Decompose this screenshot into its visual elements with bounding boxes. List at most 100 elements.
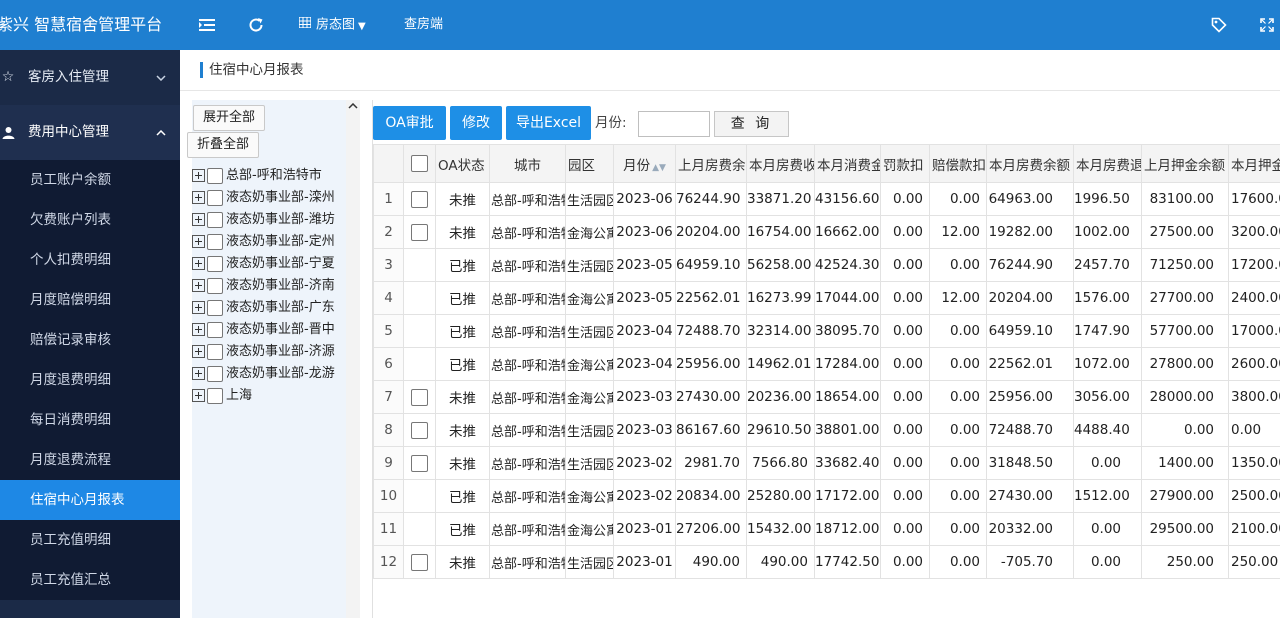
column-header[interactable]: 本月房费退 xyxy=(1073,144,1142,183)
column-header-month[interactable]: 月份 ▲▼ xyxy=(613,144,676,183)
table-row[interactable]: 10 已推总部-呼和浩特金海公寓2023-0220834.0025280.0017… xyxy=(373,479,1280,513)
sidebar-item-refund-process[interactable]: 月度退费流程 xyxy=(0,440,180,480)
sidebar-item-monthly-refunds[interactable]: 月度退费明细 xyxy=(0,360,180,400)
tree-node[interactable]: 液态奶事业部-定州 xyxy=(192,231,344,253)
oa-status: 已推 xyxy=(435,314,490,348)
tree-node[interactable]: 液态奶事业部-滦州 xyxy=(192,187,344,209)
collapse-all-button[interactable]: 折叠全部 xyxy=(187,132,260,158)
check-room-link[interactable]: 查房端 xyxy=(404,0,443,50)
expand-plus-icon[interactable] xyxy=(192,389,205,402)
column-header[interactable]: 罚款扣 xyxy=(880,144,930,183)
table-row[interactable]: 4 已推总部-呼和浩特金海公寓2023-0522562.0116273.99170… xyxy=(373,281,1280,315)
expand-plus-icon[interactable] xyxy=(192,367,205,380)
export-excel-button[interactable]: 导出Excel xyxy=(506,106,591,140)
tree-checkbox[interactable] xyxy=(207,299,223,316)
tree-node[interactable]: 液态奶事业部-晋中 xyxy=(192,319,344,341)
table-row[interactable]: 11 已推总部-呼和浩特金海公寓2023-0127206.0015432.0018… xyxy=(373,512,1280,546)
column-header[interactable]: 上月房费余额 xyxy=(675,144,747,183)
tree-checkbox[interactable] xyxy=(207,233,223,250)
month-input[interactable] xyxy=(638,111,710,137)
column-header[interactable]: 上月押金余额 xyxy=(1141,144,1229,183)
tag-icon[interactable] xyxy=(1208,0,1230,50)
column-header[interactable]: 赔偿款扣 xyxy=(929,144,987,183)
column-header[interactable]: 本月押金 xyxy=(1228,144,1280,183)
sidebar-item-monthly-compensation[interactable]: 月度赔偿明细 xyxy=(0,280,180,320)
edit-button[interactable]: 修改 xyxy=(450,106,502,140)
sidebar-item-arrears-list[interactable]: 欠费账户列表 xyxy=(0,200,180,240)
row-number-header xyxy=(373,144,404,183)
tree-checkbox[interactable] xyxy=(207,189,223,206)
row-checkbox[interactable] xyxy=(411,454,428,472)
tree-checkbox[interactable] xyxy=(207,387,223,404)
row-checkbox[interactable] xyxy=(411,421,428,439)
sidebar-item-personal-deductions[interactable]: 个人扣费明细 xyxy=(0,240,180,280)
row-checkbox[interactable] xyxy=(411,190,428,208)
expand-plus-icon[interactable] xyxy=(192,235,205,248)
expand-plus-icon[interactable] xyxy=(192,169,205,182)
month-cell: 2023-04 xyxy=(613,347,676,381)
expand-plus-icon[interactable] xyxy=(192,257,205,270)
table-row[interactable]: 12未推总部-呼和浩特生活园区2023-01490.00490.0017742.… xyxy=(373,545,1280,579)
sidebar-item-recharge-summary[interactable]: 员工充值汇总 xyxy=(0,560,180,600)
tree-checkbox[interactable] xyxy=(207,277,223,294)
query-button[interactable]: 查 询 xyxy=(714,111,789,137)
row-checkbox[interactable] xyxy=(411,223,428,241)
column-header[interactable]: 城市 xyxy=(489,144,566,183)
row-checkbox[interactable] xyxy=(411,388,428,406)
sidebar-item-monthly-report[interactable]: 住宿中心月报表 xyxy=(0,480,180,520)
expand-plus-icon[interactable] xyxy=(192,345,205,358)
column-header[interactable]: 本月消费金额 xyxy=(814,144,881,183)
room-map-menu[interactable]: 房态图 ▼ xyxy=(298,0,366,50)
column-header[interactable]: 园区 xyxy=(565,144,614,183)
table-row[interactable]: 6 已推总部-呼和浩特金海公寓2023-0425956.0014962.01172… xyxy=(373,347,1280,381)
sidebar-group-fees[interactable]: 费用中心管理 xyxy=(0,105,180,160)
sidebar-item-compensation-review[interactable]: 赔偿记录审核 xyxy=(0,320,180,360)
tree-node[interactable]: 液态奶事业部-济南 xyxy=(192,275,344,297)
tree-node[interactable]: 总部-呼和浩特市 xyxy=(192,165,344,187)
sort-icon[interactable]: ▲▼ xyxy=(652,163,666,173)
table-row[interactable]: 5 已推总部-呼和浩特生活园区2023-0472488.7032314.00380… xyxy=(373,314,1280,348)
fullscreen-icon[interactable] xyxy=(1256,0,1278,50)
hamburger-icon[interactable] xyxy=(194,0,220,50)
oa-approve-button[interactable]: OA审批 xyxy=(373,106,446,140)
expand-plus-icon[interactable] xyxy=(192,213,205,226)
tree-checkbox[interactable] xyxy=(207,211,223,228)
tree-checkbox[interactable] xyxy=(207,255,223,272)
table-row[interactable]: 3 已推总部-呼和浩特生活园区2023-0564959.1056258.00425… xyxy=(373,248,1280,282)
tree-node[interactable]: 液态奶事业部-济源 xyxy=(192,341,344,363)
tree-checkbox[interactable] xyxy=(207,365,223,382)
column-header[interactable]: 本月房费收入 xyxy=(746,144,815,183)
sidebar-group-checkin[interactable]: ☆ 客房入住管理 xyxy=(0,50,180,105)
select-all-checkbox[interactable] xyxy=(411,155,428,172)
column-header[interactable]: 本月房费余额 xyxy=(986,144,1074,183)
column-header[interactable]: OA状态 xyxy=(435,144,490,183)
tree-checkbox[interactable] xyxy=(207,167,223,184)
tree-checkbox[interactable] xyxy=(207,343,223,360)
tree-node[interactable]: 液态奶事业部-广东 xyxy=(192,297,344,319)
expand-all-button[interactable]: 展开全部 xyxy=(193,105,266,131)
table-row[interactable]: 1 未推总部-呼和浩特生活园区2023-0676244.9033871.20431… xyxy=(373,182,1280,216)
table-row[interactable]: 2 未推总部-呼和浩特金海公寓2023-0620204.0016754.00166… xyxy=(373,215,1280,249)
chevron-up-icon[interactable] xyxy=(346,100,360,114)
refresh-icon[interactable] xyxy=(244,0,268,50)
tree-node[interactable]: 液态奶事业部-龙游 xyxy=(192,363,344,385)
sidebar-item-recharge-details[interactable]: 员工充值明细 xyxy=(0,520,180,560)
table-row[interactable]: 8 未推总部-呼和浩特生活园区2023-0386167.6029610.50388… xyxy=(373,413,1280,447)
tree-scrollbar[interactable] xyxy=(346,100,360,618)
table-row[interactable]: 9 未推总部-呼和浩特生活园区2023-022981.707566.8033682… xyxy=(373,446,1280,480)
expand-plus-icon[interactable] xyxy=(192,191,205,204)
sidebar-item-daily-consumption[interactable]: 每日消费明细 xyxy=(0,400,180,440)
expand-plus-icon[interactable] xyxy=(192,301,205,314)
table-row[interactable]: 7 未推总部-呼和浩特金海公寓2023-0327430.0020236.00186… xyxy=(373,380,1280,414)
sidebar-item-employee-balance[interactable]: 员工账户余额 xyxy=(0,160,180,200)
expand-plus-icon[interactable] xyxy=(192,279,205,292)
caret-down-icon: ▼ xyxy=(358,20,366,32)
row-select-cell xyxy=(403,347,436,381)
expand-plus-icon[interactable] xyxy=(192,323,205,336)
tree-node[interactable]: 液态奶事业部-宁夏 xyxy=(192,253,344,275)
tree-node[interactable]: 液态奶事业部-潍坊 xyxy=(192,209,344,231)
amount-cell: 17172.00 xyxy=(814,479,881,513)
row-checkbox[interactable] xyxy=(411,553,428,571)
tree-checkbox[interactable] xyxy=(207,321,223,338)
tree-node[interactable]: 上海 xyxy=(192,385,344,407)
